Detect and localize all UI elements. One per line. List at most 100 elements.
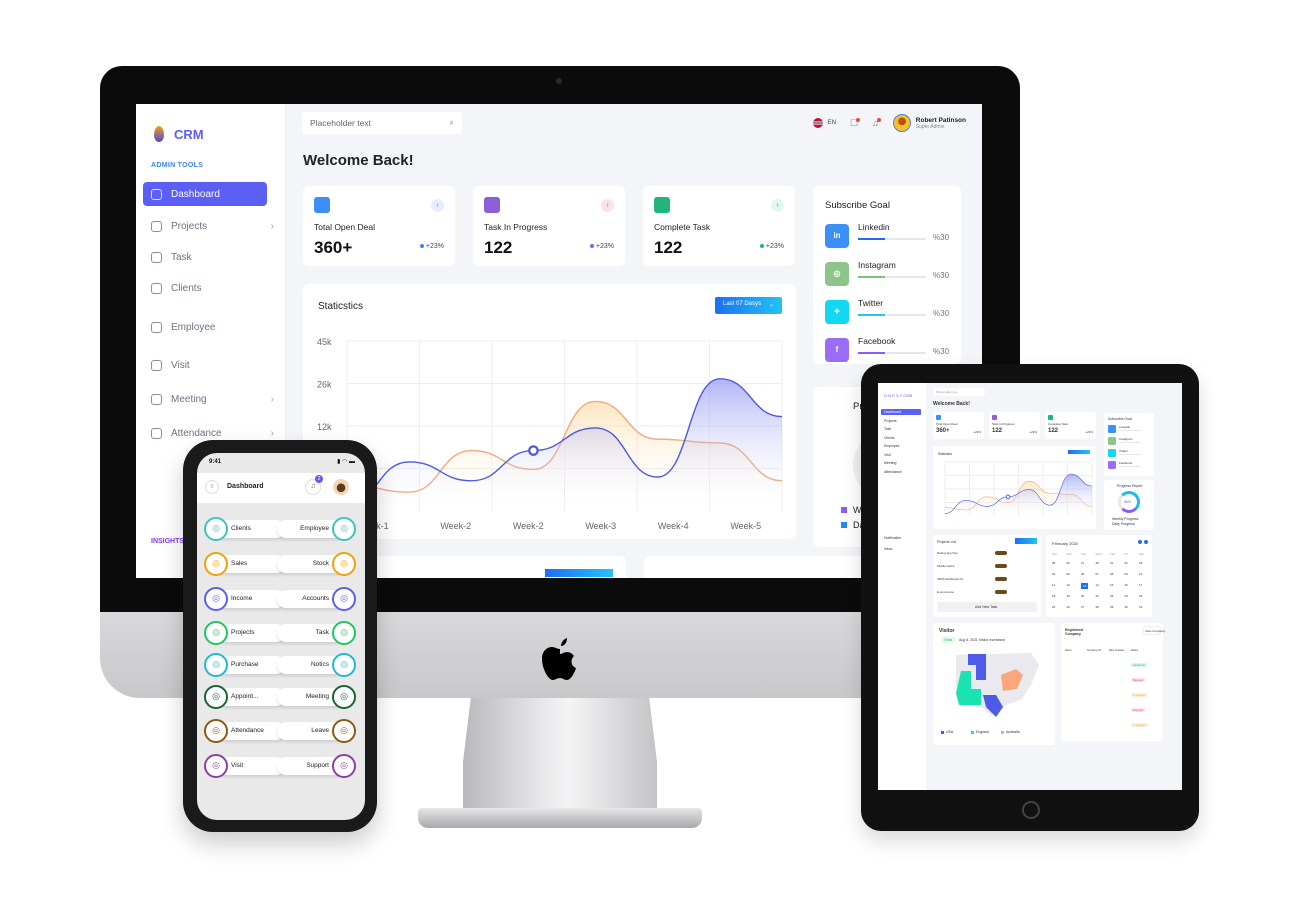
tablet-sidebar-item-visit[interactable]: Visit <box>881 452 921 458</box>
language-selector[interactable]: EN <box>812 118 836 128</box>
tablet-sidebar-item-meeting[interactable]: Meeting <box>881 460 921 466</box>
calendar-day[interactable]: 17 <box>1139 583 1142 587</box>
tablet-sidebar-item-projects[interactable]: Projects <box>881 418 921 424</box>
brand-logo[interactable]: CRM <box>154 126 204 142</box>
arrow-right-icon[interactable]: › <box>601 199 614 212</box>
search-input[interactable]: Placeholder text ⌕ <box>302 112 462 134</box>
leave-icon[interactable]: ◎ <box>332 719 356 743</box>
tablet-sidebar-item-attendance[interactable]: Attendance <box>881 469 921 475</box>
calendar-prev-button[interactable] <box>1138 540 1142 544</box>
bell-icon[interactable]: ♫ <box>872 118 881 128</box>
sidebar-item-meeting[interactable]: Meeting › <box>143 387 274 411</box>
tablet-search-input[interactable]: Placeholder text <box>933 388 985 396</box>
sidebar-item-employee[interactable]: Employee <box>143 315 267 339</box>
subscribe-item-twitter[interactable]: ✦ Twitter %30 <box>825 298 955 324</box>
tablet-project-name[interactable]: Mobile Game <box>937 564 955 568</box>
subscribe-item-instagram[interactable]: ◎ Instagram %30 <box>825 260 955 286</box>
calendar-day[interactable]: 03 <box>1139 561 1142 565</box>
stat-card-total-open-deal[interactable]: › Total Open Deal 360+ +23% <box>303 186 455 266</box>
calendar-day[interactable]: 26 <box>1067 605 1070 609</box>
tablet-sidebar-item-task[interactable]: Task <box>881 426 921 432</box>
tablet-stat-card[interactable]: Total Open Deal 360+ +23% <box>933 412 984 439</box>
highlight-point[interactable] <box>1005 494 1011 500</box>
tablet-sidebar-item-inbox[interactable]: Inbox <box>884 547 893 551</box>
calendar-day[interactable]: 30 <box>1125 605 1128 609</box>
clients-icon[interactable]: ◎ <box>204 517 228 541</box>
sidebar-item-projects[interactable]: Projects › <box>143 214 274 238</box>
arrow-right-icon[interactable]: › <box>431 199 444 212</box>
subscribe-item-linkedin[interactable]: in Linkedin %30 <box>825 222 955 248</box>
support-icon[interactable]: ◎ <box>332 754 356 778</box>
calendar-day[interactable]: 18 <box>1052 594 1055 598</box>
calendar-day[interactable]: 28 <box>1096 605 1099 609</box>
calendar-day[interactable]: 10 <box>1139 572 1142 576</box>
sidebar-item-visit[interactable]: Visit <box>143 353 267 377</box>
sidebar-item-task[interactable]: Task <box>143 245 267 269</box>
calendar-day[interactable]: 19 <box>1067 594 1070 598</box>
tablet-sidebar-item-dashboard[interactable]: Dashboard <box>881 409 921 415</box>
tablet-project-name[interactable]: CRM Dashboard UI <box>937 577 963 581</box>
calendar-day[interactable]: 27 <box>1081 561 1084 565</box>
calendar-day[interactable]: 07 <box>1096 572 1099 576</box>
tablet-project-name[interactable]: Dating App Dev <box>937 551 958 555</box>
calendar-day[interactable]: 25 <box>1052 561 1055 565</box>
accounts-icon[interactable]: ◎ <box>332 587 356 611</box>
calendar-next-button[interactable] <box>1144 540 1148 544</box>
calendar-day[interactable]: 23 <box>1125 594 1128 598</box>
calendar-day[interactable]: 05 <box>1067 572 1070 576</box>
stock-icon[interactable]: ◎ <box>332 552 356 576</box>
user-menu[interactable]: Robert Patinson Super Admin <box>892 114 966 132</box>
arrow-right-icon[interactable]: › <box>771 199 784 212</box>
appoint-icon[interactable]: ◎ <box>204 685 228 709</box>
calendar-day[interactable]: 04 <box>1052 572 1055 576</box>
search-icon[interactable]: ⌕ <box>450 118 454 128</box>
tablet-view-company-button[interactable]: View Company <box>1143 626 1165 635</box>
calendar-day[interactable]: 28 <box>1096 561 1099 565</box>
sidebar-item-clients[interactable]: Clients <box>143 276 267 300</box>
tablet-sidebar-item-clients[interactable]: Clients <box>881 435 921 441</box>
notics-icon[interactable]: ◎ <box>332 653 356 677</box>
stat-card-task-in-progress[interactable]: › Task In Progress 122 +23% <box>473 186 625 266</box>
calendar-day[interactable]: 24 <box>1139 594 1142 598</box>
chat-icon[interactable]: ☐ <box>850 117 861 129</box>
view-projects-button[interactable] <box>545 569 613 577</box>
tablet-stat-card[interactable]: Complete Task 122 +23% <box>1045 412 1096 439</box>
projects-icon[interactable]: ◎ <box>204 621 228 645</box>
calendar-day[interactable]: 27 <box>1081 605 1084 609</box>
calendar-day[interactable]: 11 <box>1052 583 1055 587</box>
calendar-day[interactable]: 09 <box>1125 572 1128 576</box>
meeting-icon[interactable]: ◎ <box>332 685 356 709</box>
menu-icon[interactable]: ≡ <box>205 480 219 494</box>
calendar-day[interactable]: 25 <box>1052 605 1055 609</box>
employee-icon[interactable]: ◎ <box>332 517 356 541</box>
calendar-day[interactable]: 29 <box>1110 605 1113 609</box>
tablet-project-name[interactable]: E-commerce <box>937 590 954 594</box>
calendar-day[interactable]: 22 <box>1110 594 1113 598</box>
calendar-day[interactable]: 21 <box>1096 594 1099 598</box>
subscribe-item-facebook[interactable]: f Facebook %30 <box>825 336 955 362</box>
calendar-day[interactable]: 13 <box>1081 583 1089 589</box>
calendar-day[interactable]: 26 <box>1067 561 1070 565</box>
task-icon[interactable]: ◎ <box>332 621 356 645</box>
calendar-day[interactable]: 14 <box>1096 583 1099 587</box>
calendar-day[interactable]: 01 <box>1110 561 1113 565</box>
calendar-day[interactable]: 02 <box>1125 561 1128 565</box>
highlight-point[interactable] <box>528 445 539 456</box>
calendar-day[interactable]: 12 <box>1067 583 1070 587</box>
calendar-day[interactable]: 31 <box>1139 605 1142 609</box>
calendar-day[interactable]: 15 <box>1110 583 1113 587</box>
avatar[interactable] <box>333 479 349 495</box>
tablet-sidebar-item-employee[interactable]: Employee <box>881 443 921 449</box>
visit-icon[interactable]: ◎ <box>204 754 228 778</box>
date-range-dropdown[interactable]: Last 07 Dasys ⌄ <box>715 297 782 314</box>
tablet-view-projects-button[interactable] <box>1015 538 1037 544</box>
tablet-sidebar-item-notification[interactable]: Notification <box>884 536 901 540</box>
sales-icon[interactable]: ◎ <box>204 552 228 576</box>
calendar-day[interactable]: 06 <box>1081 572 1084 576</box>
tablet-range-button[interactable] <box>1068 450 1090 454</box>
stat-card-complete-task[interactable]: › Complete Task 122 +23% <box>643 186 795 266</box>
calendar-day[interactable]: 16 <box>1125 583 1128 587</box>
calendar-day[interactable]: 08 <box>1110 572 1113 576</box>
income-icon[interactable]: ◎ <box>204 587 228 611</box>
tablet-stat-card[interactable]: Task In Progress 122 +23% <box>989 412 1040 439</box>
